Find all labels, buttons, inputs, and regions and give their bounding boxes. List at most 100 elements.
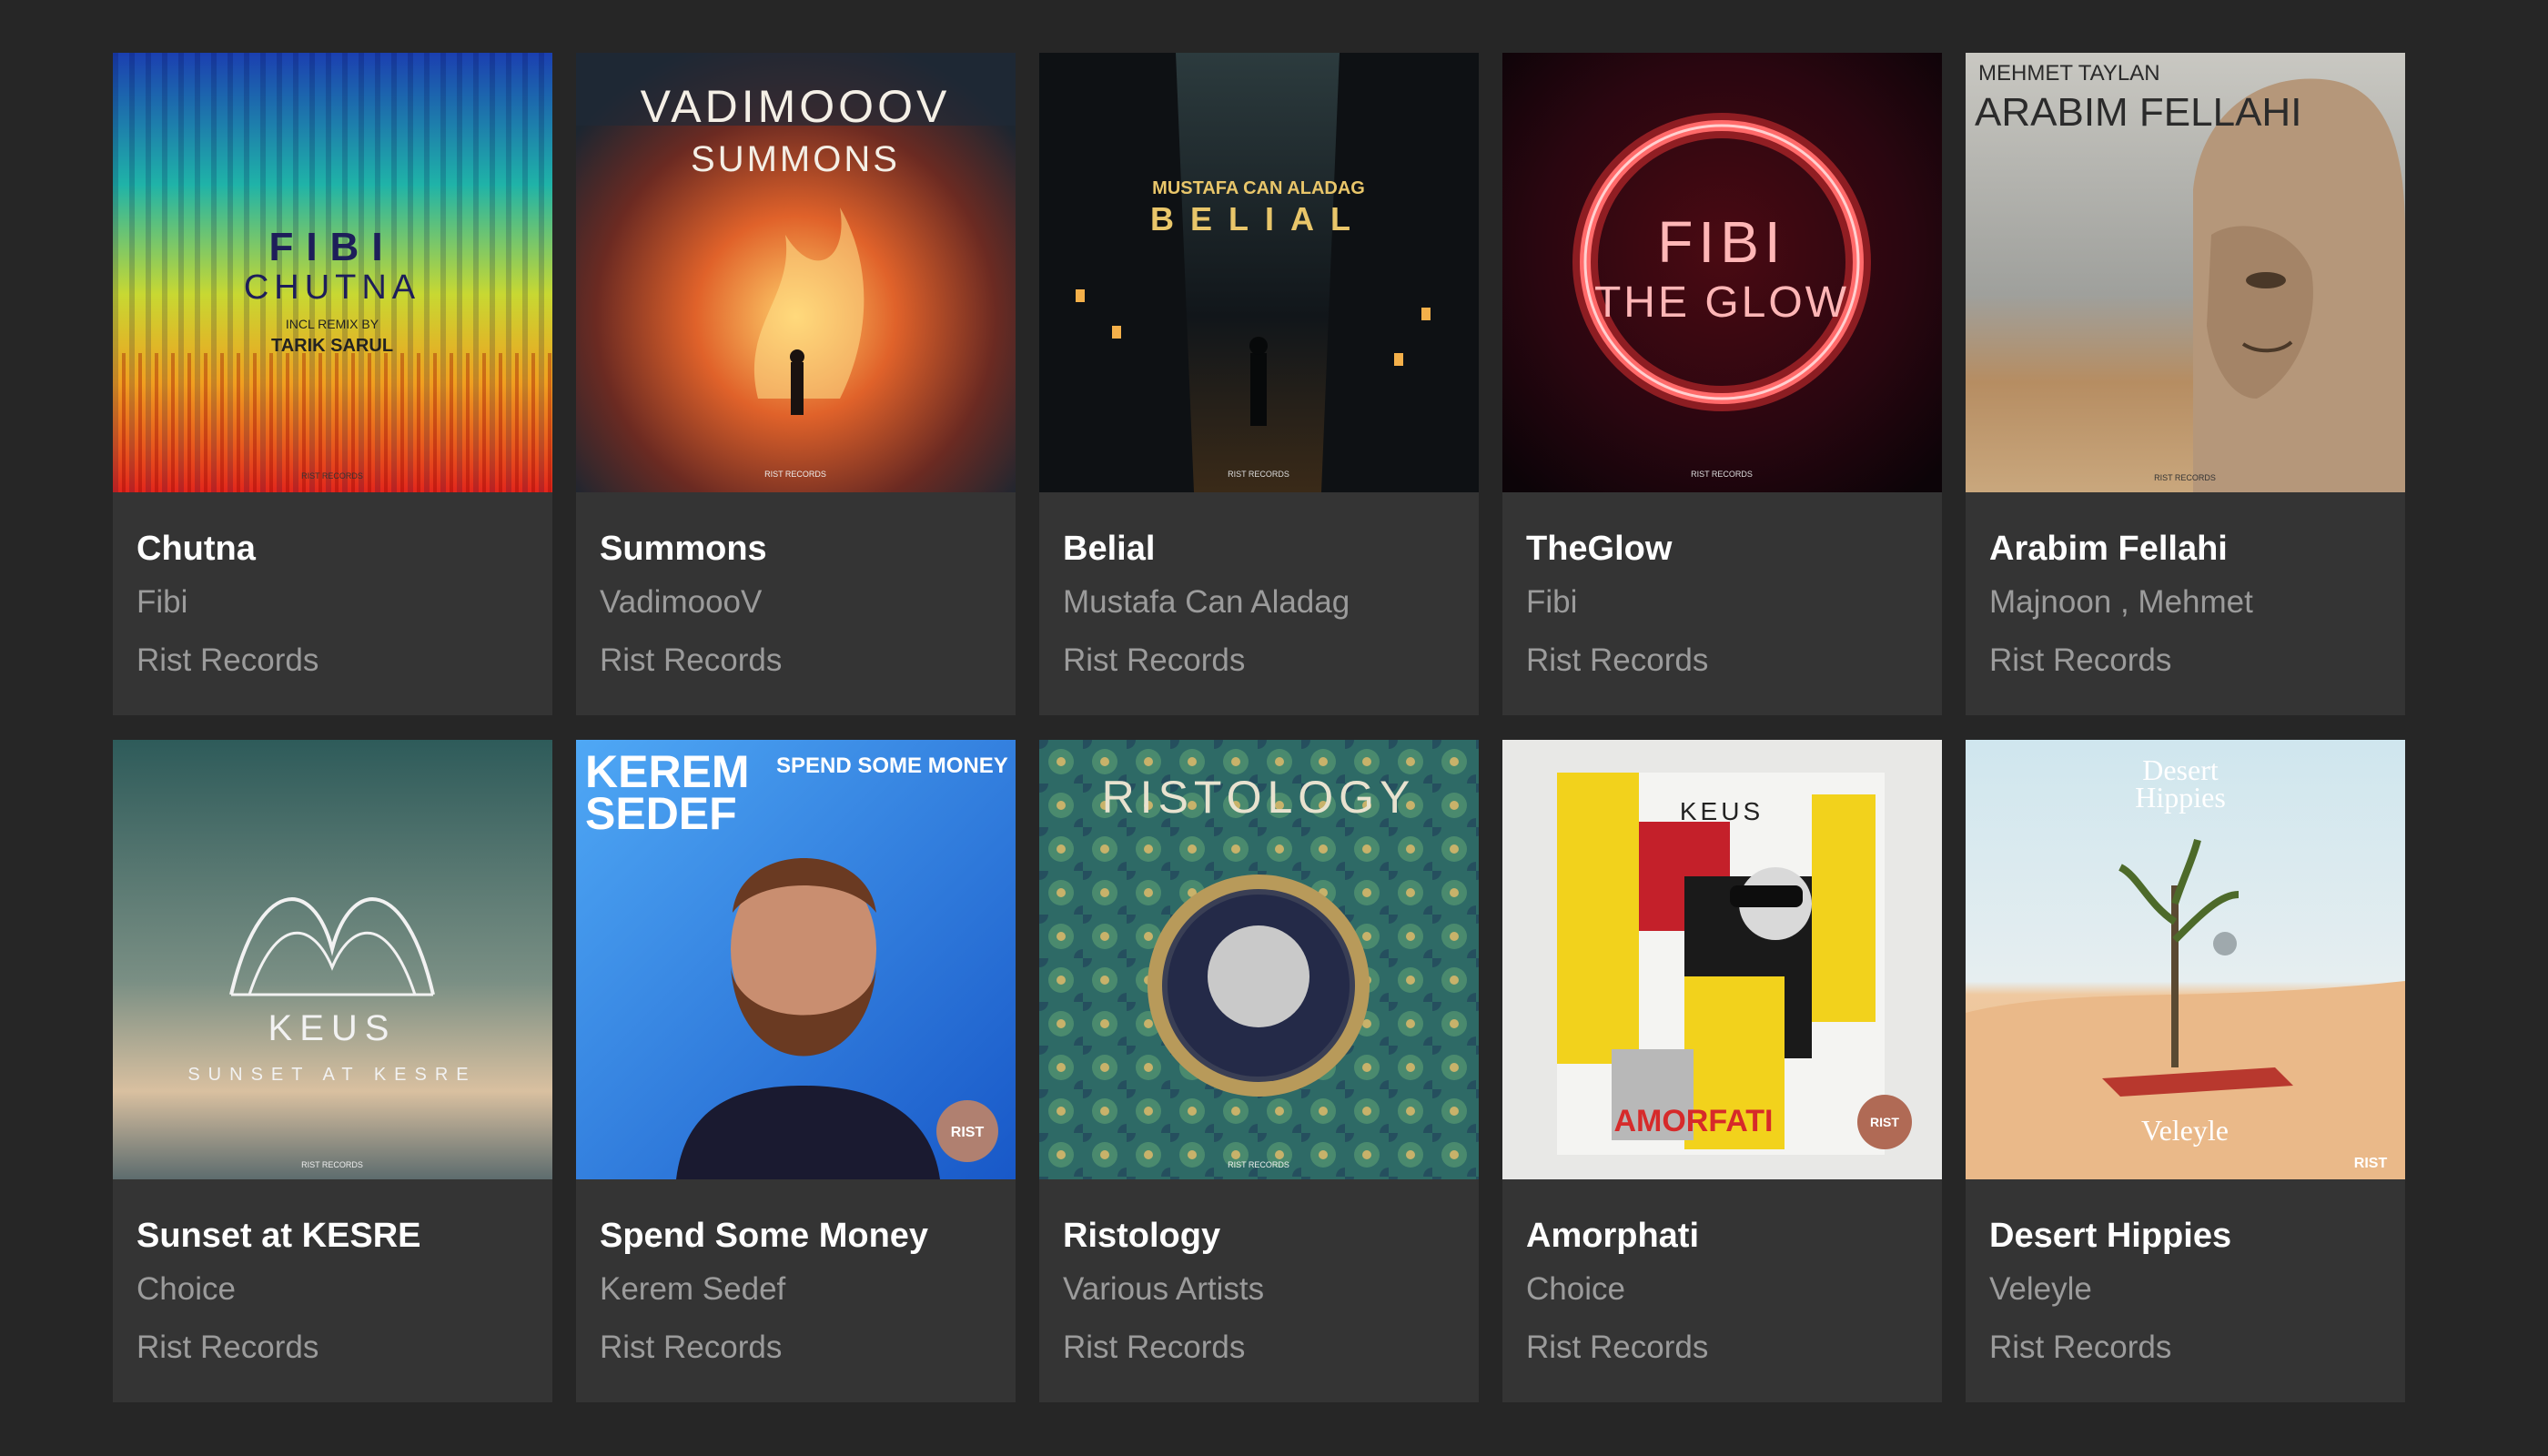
svg-text:MUSTAFA CAN ALADAG: MUSTAFA CAN ALADAG [1152,178,1365,198]
release-meta: Ristology Various Artists Rist Records [1039,1179,1479,1368]
svg-text:RIST: RIST [1870,1115,1899,1129]
spectrogram-cover-icon: FIBI CHUTNA INCL REMIX BY TARIK SARUL RI… [113,53,552,492]
release-card[interactable]: RISTOLOGY RIST RECORDS Ristology Various… [1039,740,1479,1402]
svg-text:KEUS: KEUS [1680,797,1764,825]
release-meta: Spend Some Money Kerem Sedef Rist Record… [576,1179,1016,1368]
svg-text:VADIMOOOV: VADIMOOOV [641,81,951,132]
stone-face-cover-icon: MEHMET TAYLAN ARABIM FELLAHI RIST RECORD… [1966,53,2405,492]
release-meta: Amorphati Choice Rist Records [1502,1179,1942,1368]
release-title[interactable]: Sunset at KESRE [136,1216,529,1256]
release-card[interactable]: Desert Hippies Veleyle RIST Desert Hippi… [1966,740,2405,1402]
svg-text:SPEND SOME MONEY: SPEND SOME MONEY [776,753,1008,778]
release-card[interactable]: KEUS AMORFATI RIST Amorphati Choice Rist… [1502,740,1942,1402]
release-label[interactable]: Rist Records [1063,1328,1455,1368]
release-title[interactable]: Spend Some Money [600,1216,992,1256]
album-cover[interactable]: Desert Hippies Veleyle RIST [1966,740,2405,1179]
release-title[interactable]: Summons [600,529,992,569]
release-title[interactable]: Desert Hippies [1989,1216,2381,1256]
collage-cover-icon: KEUS AMORFATI RIST [1502,740,1942,1179]
svg-text:RIST: RIST [951,1125,985,1140]
album-cover[interactable]: KEUS AMORFATI RIST [1502,740,1942,1179]
release-card[interactable]: FIBI THE GLOW RIST RECORDS TheGlow Fibi … [1502,53,1942,715]
release-grid: FIBI CHUTNA INCL REMIX BY TARIK SARUL RI… [113,53,2405,1402]
release-title[interactable]: Ristology [1063,1216,1455,1256]
svg-text:ARABIM FELLAHI: ARABIM FELLAHI [1975,90,2301,135]
album-cover[interactable]: KEUS SUNSET AT KESRE RIST RECORDS [113,740,552,1179]
release-meta: Summons VadimoooV Rist Records [576,492,1016,681]
release-artist[interactable]: Mustafa Can Aladag [1063,582,1455,622]
release-title[interactable]: Arabim Fellahi [1989,529,2381,569]
dark-city-cover-icon: MUSTAFA CAN ALADAG BELIAL RIST RECORDS [1039,53,1479,492]
release-artist[interactable]: Choice [1526,1269,1918,1309]
release-card[interactable]: FIBI CHUTNA INCL REMIX BY TARIK SARUL RI… [113,53,552,715]
svg-text:CHUTNA: CHUTNA [244,268,420,307]
release-meta: Desert Hippies Veleyle Rist Records [1966,1179,2405,1368]
svg-text:MEHMET TAYLAN: MEHMET TAYLAN [1978,61,2160,86]
svg-text:AMORFATI: AMORFATI [1613,1104,1773,1138]
album-cover[interactable]: KEREM SEDEF SPEND SOME MONEY RIST [576,740,1016,1179]
red-ring-cover-icon: FIBI THE GLOW RIST RECORDS [1502,53,1942,492]
svg-text:RISTOLOGY: RISTOLOGY [1102,772,1416,823]
release-title[interactable]: TheGlow [1526,529,1918,569]
album-cover[interactable]: FIBI THE GLOW RIST RECORDS [1502,53,1942,492]
bearded-man-cover-icon: KEREM SEDEF SPEND SOME MONEY RIST [576,740,1016,1179]
release-title[interactable]: Chutna [136,529,529,569]
svg-text:BELIAL: BELIAL [1150,200,1367,238]
release-artist[interactable]: VadimoooV [600,582,992,622]
release-label[interactable]: Rist Records [600,1328,992,1368]
release-card[interactable]: MUSTAFA CAN ALADAG BELIAL RIST RECORDS B… [1039,53,1479,715]
release-label[interactable]: Rist Records [1526,641,1918,681]
release-meta: Belial Mustafa Can Aladag Rist Records [1039,492,1479,681]
release-artist[interactable]: Majnoon , Mehmet [1989,582,2381,622]
album-cover[interactable]: FIBI CHUTNA INCL REMIX BY TARIK SARUL RI… [113,53,552,492]
svg-text:FIBI: FIBI [268,225,395,269]
svg-text:RIST: RIST [2354,1156,2388,1171]
svg-text:RIST RECORDS: RIST RECORDS [2154,473,2216,482]
release-artist[interactable]: Choice [136,1269,529,1309]
release-meta: Arabim Fellahi Majnoon , Mehmet Rist Rec… [1966,492,2405,681]
release-card[interactable]: MEHMET TAYLAN ARABIM FELLAHI RIST RECORD… [1966,53,2405,715]
release-artist[interactable]: Fibi [136,582,529,622]
svg-text:RIST RECORDS: RIST RECORDS [764,470,826,479]
release-label[interactable]: Rist Records [136,1328,529,1368]
fire-figure-cover-icon: VADIMOOOV SUMMONS RIST RECORDS [576,53,1016,492]
desert-tree-cover-icon: Desert Hippies Veleyle RIST [1966,740,2405,1179]
svg-text:KEUS: KEUS [268,1008,397,1048]
release-label[interactable]: Rist Records [600,641,992,681]
album-cover[interactable]: VADIMOOOV SUMMONS RIST RECORDS [576,53,1016,492]
album-cover[interactable]: MEHMET TAYLAN ARABIM FELLAHI RIST RECORD… [1966,53,2405,492]
svg-text:RIST RECORDS: RIST RECORDS [1228,1160,1289,1169]
release-artist[interactable]: Fibi [1526,582,1918,622]
release-card[interactable]: VADIMOOOV SUMMONS RIST RECORDS Summons V… [576,53,1016,715]
svg-text:Veleyle: Veleyle [2141,1114,2229,1147]
svg-text:RIST RECORDS: RIST RECORDS [301,471,363,480]
album-cover[interactable]: MUSTAFA CAN ALADAG BELIAL RIST RECORDS [1039,53,1479,492]
ornament-cover-icon: RISTOLOGY RIST RECORDS [1039,740,1479,1179]
release-label[interactable]: Rist Records [1989,641,2381,681]
release-artist[interactable]: Kerem Sedef [600,1269,992,1309]
svg-text:THE GLOW: THE GLOW [1594,278,1849,327]
release-meta: Sunset at KESRE Choice Rist Records [113,1179,552,1368]
release-label[interactable]: Rist Records [1526,1328,1918,1368]
release-title[interactable]: Belial [1063,529,1455,569]
release-artist[interactable]: Various Artists [1063,1269,1455,1309]
release-artist[interactable]: Veleyle [1989,1269,2381,1309]
release-meta: TheGlow Fibi Rist Records [1502,492,1942,681]
release-label[interactable]: Rist Records [1063,641,1455,681]
release-card[interactable]: KEREM SEDEF SPEND SOME MONEY RIST Spend … [576,740,1016,1402]
svg-text:SUNSET AT KESRE: SUNSET AT KESRE [187,1065,476,1085]
release-label[interactable]: Rist Records [136,641,529,681]
release-title[interactable]: Amorphati [1526,1216,1918,1256]
release-meta: Chutna Fibi Rist Records [113,492,552,681]
svg-text:RIST RECORDS: RIST RECORDS [301,1160,363,1169]
svg-text:SUMMONS: SUMMONS [691,139,900,179]
svg-text:TARIK SARUL: TARIK SARUL [271,336,393,356]
release-label[interactable]: Rist Records [1989,1328,2381,1368]
svg-text:INCL REMIX BY: INCL REMIX BY [286,317,379,331]
svg-text:RIST RECORDS: RIST RECORDS [1228,470,1289,479]
svg-text:Hippies: Hippies [2135,781,2226,814]
svg-text:RIST RECORDS: RIST RECORDS [1691,470,1753,479]
svg-text:FIBI: FIBI [1657,209,1785,275]
album-cover[interactable]: RISTOLOGY RIST RECORDS [1039,740,1479,1179]
release-card[interactable]: KEUS SUNSET AT KESRE RIST RECORDS Sunset… [113,740,552,1402]
